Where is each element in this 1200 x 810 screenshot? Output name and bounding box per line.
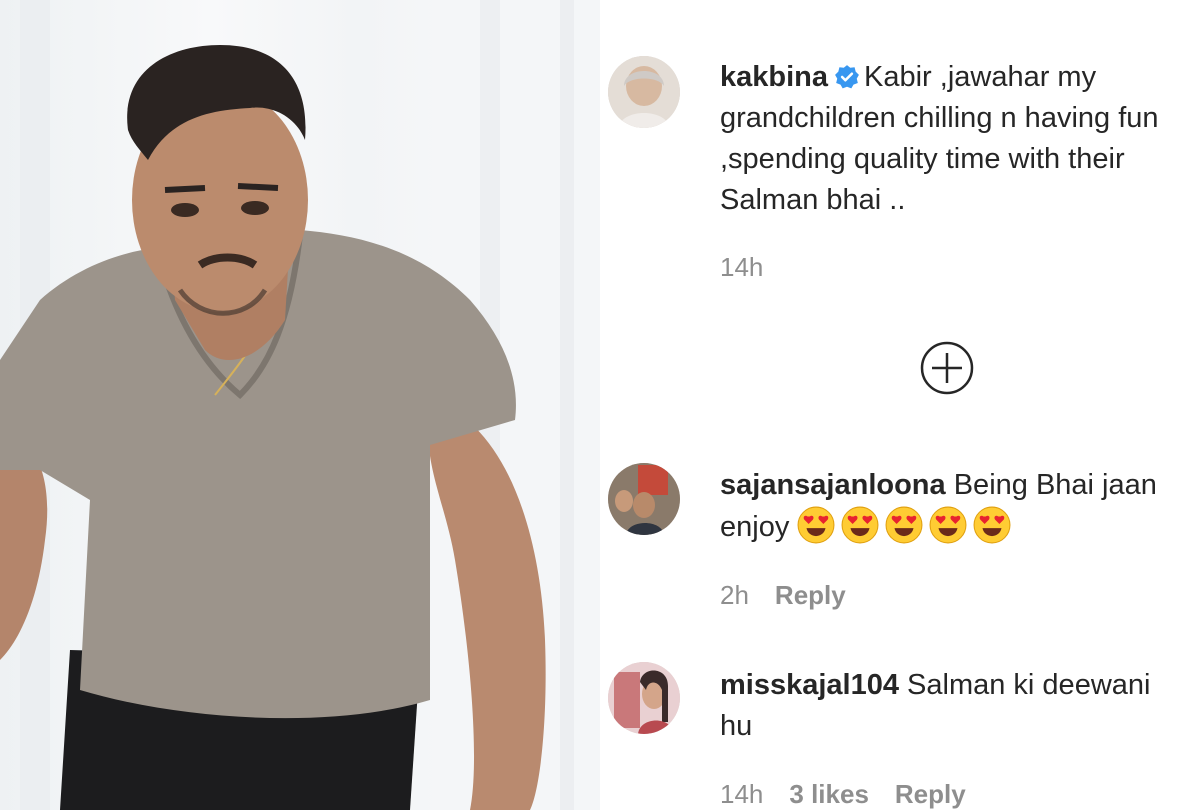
verified-badge-icon	[835, 65, 859, 89]
reply-button[interactable]: Reply	[775, 580, 846, 610]
comment-text: sajansajanloona Being Bhai jaan enjoy	[720, 465, 1200, 548]
username[interactable]: misskajal104	[720, 669, 899, 701]
comment-time[interactable]: 2h	[720, 580, 749, 610]
man-photo-image	[0, 0, 600, 810]
likes-count[interactable]: 3 likes	[789, 779, 869, 809]
comment-meta: 2h Reply	[720, 580, 872, 611]
comment-time[interactable]: 14h	[720, 779, 763, 809]
comment-line: enjoy	[720, 511, 790, 543]
comment-line: Being Bhai jaan	[953, 469, 1157, 501]
heart-eyes-emoji	[929, 506, 967, 544]
woman-avatar-image	[608, 662, 680, 734]
comment-line: Kabir ,jawahar my	[864, 61, 1097, 93]
comment-line: ,spending quality time with their	[720, 143, 1125, 175]
man-avatar-image	[608, 463, 680, 535]
reply-button[interactable]: Reply	[895, 779, 966, 809]
avatar[interactable]	[608, 463, 680, 535]
avatar[interactable]	[608, 56, 680, 128]
post-photo	[0, 0, 600, 810]
comments-panel: kakbina Kabir ,jawahar my grandchildren c…	[602, 0, 1200, 810]
comment-line: grandchildren chilling n having fun	[720, 102, 1159, 134]
heart-eyes-emoji	[797, 506, 835, 544]
comment-text: misskajal104 Salman ki deewani hu	[720, 665, 1200, 747]
avatar[interactable]	[608, 662, 680, 734]
comment-line: hu	[720, 710, 753, 742]
heart-eyes-emoji	[841, 506, 879, 544]
comment-time[interactable]: 14h	[720, 252, 763, 282]
plus-circle-icon[interactable]	[920, 341, 974, 395]
comment-meta: 14h 3 likes Reply	[720, 779, 992, 810]
comment-line: Salman ki deewani	[907, 669, 1151, 701]
username[interactable]: sajansajanloona	[720, 469, 946, 501]
comment-meta: 14h	[720, 252, 789, 283]
username[interactable]: kakbina	[720, 61, 828, 93]
heart-eyes-emoji	[973, 506, 1011, 544]
heart-eyes-emoji	[885, 506, 923, 544]
emoji-row	[797, 506, 1017, 544]
comment-line: Salman bhai ..	[720, 184, 906, 216]
comment-text: kakbina Kabir ,jawahar my grandchildren c…	[720, 57, 1200, 221]
woman-avatar-image	[608, 56, 680, 128]
